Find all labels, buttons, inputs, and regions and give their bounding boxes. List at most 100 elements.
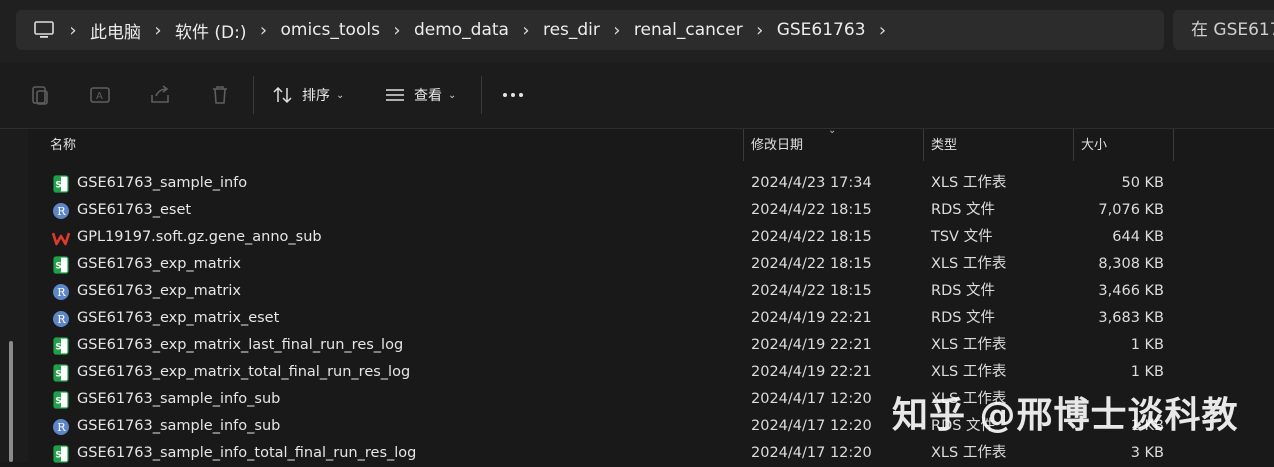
column-date[interactable]: 修改日期 (751, 129, 803, 163)
xls-icon: S (53, 175, 69, 193)
chevron-right-icon[interactable]: › (866, 20, 900, 41)
file-size: 3,466 KB (1098, 283, 1164, 299)
r-icon: R (53, 284, 69, 300)
file-type: XLS 工作表 (931, 256, 1007, 272)
column-divider[interactable] (1073, 129, 1074, 161)
file-date: 2024/4/17 12:20 (751, 445, 872, 461)
svg-text:A: A (96, 91, 103, 102)
paste-icon[interactable] (27, 82, 53, 108)
chevron-down-icon: ⌄ (336, 89, 345, 101)
r-icon: R (53, 419, 69, 435)
scrollbar-thumb[interactable] (9, 341, 13, 462)
table-row[interactable]: S GSE61763_exp_matrix_last_final_run_res_… (28, 332, 1274, 359)
column-name[interactable]: 名称 (50, 129, 76, 163)
breadcrumb-item[interactable]: renal_cancer (634, 20, 743, 40)
file-name: GSE61763_exp_matrix (77, 283, 241, 299)
view-label: 查看 (414, 88, 442, 104)
file-type: RDS 文件 (931, 310, 996, 326)
toolbar-divider (253, 76, 254, 114)
rename-icon[interactable]: A (87, 82, 113, 108)
file-size: 3 KB (1130, 445, 1164, 461)
chevron-right-icon[interactable]: › (380, 20, 414, 41)
svg-text:S: S (55, 370, 61, 380)
table-row[interactable]: R GSE61763_eset 2024/4/22 18:15 RDS 文件 7,076… (28, 197, 1274, 224)
file-name: GPL19197.soft.gz.gene_anno_sub (77, 229, 322, 245)
breadcrumb-item[interactable]: omics_tools (281, 20, 380, 40)
file-type: XLS 工作表 (931, 175, 1007, 191)
breadcrumb-item[interactable]: GSE61763 (777, 20, 866, 40)
table-row[interactable]: R GSE61763_exp_matrix 2024/4/22 18:15 RDS 文… (28, 278, 1274, 305)
column-divider[interactable] (743, 129, 744, 161)
address-bar[interactable]: › 此电脑 › 软件 (D:) › omics_tools › demo_data › res_d… (16, 10, 1164, 50)
svg-text:R: R (57, 421, 66, 434)
file-date: 2024/4/19 22:21 (751, 337, 872, 353)
file-type: RDS 文件 (931, 283, 996, 299)
breadcrumb-item[interactable]: 此电脑 (90, 18, 141, 43)
file-date: 2024/4/22 18:15 (751, 283, 872, 299)
toolbar-divider (481, 76, 482, 114)
svg-text:S: S (55, 262, 61, 272)
file-type: XLS 工作表 (931, 337, 1007, 353)
chevron-right-icon[interactable]: › (509, 20, 543, 41)
view-icon (386, 89, 404, 101)
svg-text:S: S (55, 343, 61, 353)
delete-icon[interactable] (207, 82, 233, 108)
view-button[interactable]: 查看 ⌄ (384, 78, 456, 112)
r-icon: R (53, 311, 69, 327)
file-size: 50 KB (1121, 175, 1164, 191)
file-name: GSE61763_sample_info (77, 175, 248, 191)
column-divider[interactable] (1173, 129, 1174, 161)
table-row[interactable]: S GSE61763_exp_matrix 2024/4/22 18:15 XLS 工… (28, 251, 1274, 278)
table-row[interactable]: S GSE61763_exp_matrix_total_final_run_res… (28, 359, 1274, 386)
sort-button[interactable]: 排序 ⌄ (272, 78, 344, 112)
more-options-icon[interactable] (500, 82, 526, 108)
chevron-down-icon: ⌄ (448, 89, 457, 101)
table-row[interactable]: S GSE61763_sample_info 2024/4/23 17:34 XLS … (28, 170, 1274, 197)
table-row[interactable]: S GSE61763_sample_info_total_final_run_re… (28, 440, 1274, 467)
sort-indicator-icon: ⌄ (828, 125, 837, 136)
file-type: XLS 工作表 (931, 364, 1007, 380)
xls-icon: S (53, 256, 69, 274)
file-size: 3,683 KB (1098, 310, 1164, 326)
file-name: GSE61763_eset (77, 202, 192, 218)
file-size: 1 KB (1130, 337, 1164, 353)
sort-icon (273, 86, 292, 104)
column-type[interactable]: 类型 (931, 129, 957, 163)
chevron-right-icon[interactable]: › (56, 20, 90, 41)
watermark: 知乎 @邢博士谈科教 (892, 395, 1239, 436)
column-size[interactable]: 大小 (1081, 129, 1107, 163)
file-date: 2024/4/23 17:34 (751, 175, 872, 191)
file-date: 2024/4/22 18:15 (751, 256, 872, 272)
file-name: GSE61763_exp_matrix_last_final_run_res_l… (77, 337, 404, 353)
file-date: 2024/4/22 18:15 (751, 229, 872, 245)
file-name: GSE61763_exp_matrix_total_final_run_res_… (77, 364, 411, 380)
column-divider[interactable] (923, 129, 924, 161)
file-date: 2024/4/19 22:21 (751, 310, 872, 326)
table-row[interactable]: GPL19197.soft.gz.gene_anno_sub 2024/4/22 … (28, 224, 1274, 251)
file-size: 1 KB (1130, 364, 1164, 380)
table-row[interactable]: R GSE61763_exp_matrix_eset 2024/4/19 22:21… (28, 305, 1274, 332)
chevron-right-icon[interactable]: › (141, 20, 175, 41)
file-name: GSE61763_exp_matrix (77, 256, 241, 272)
search-input[interactable]: 在 GSE6176 (1173, 10, 1274, 50)
file-date: 2024/4/22 18:15 (751, 202, 872, 218)
share-icon[interactable] (147, 82, 173, 108)
chevron-right-icon[interactable]: › (247, 20, 281, 41)
breadcrumb-item[interactable]: res_dir (543, 20, 600, 40)
file-type: RDS 文件 (931, 202, 996, 218)
computer-icon (34, 21, 54, 38)
chevron-right-icon[interactable]: › (600, 20, 634, 41)
svg-text:R: R (57, 205, 66, 218)
breadcrumb-item[interactable]: demo_data (414, 20, 509, 40)
breadcrumb-item[interactable]: 软件 (D:) (175, 18, 247, 43)
chevron-right-icon[interactable]: › (743, 20, 777, 41)
file-size: 7,076 KB (1098, 202, 1164, 218)
file-type: XLS 工作表 (931, 445, 1007, 461)
svg-text:R: R (57, 313, 66, 326)
xls-icon: S (53, 364, 69, 382)
breadcrumb: › 此电脑 › 软件 (D:) › omics_tools › demo_data › res_d… (56, 18, 900, 43)
file-size: 8,308 KB (1098, 256, 1164, 272)
address-bar-row: › 此电脑 › 软件 (D:) › omics_tools › demo_data › res_d… (0, 0, 1274, 62)
wps-icon (52, 232, 70, 246)
file-date: 2024/4/17 12:20 (751, 418, 872, 434)
